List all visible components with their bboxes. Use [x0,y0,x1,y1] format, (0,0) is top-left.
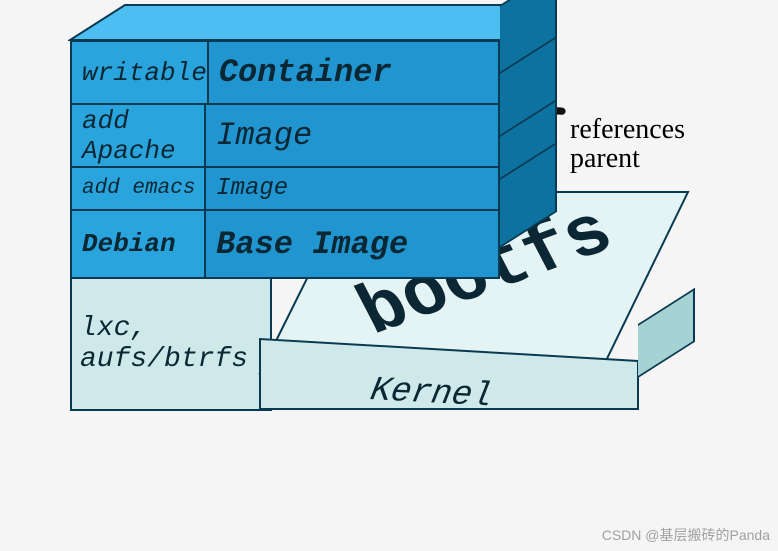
layer-1: add ApacheImage [70,103,500,168]
layer-front-face: add ApacheImage [70,103,500,168]
annotation-line2: parent [570,144,685,173]
layer-right-label: Image [204,103,500,168]
kernel-step-label: Kernel [367,372,496,413]
annotation-line1: references [570,115,685,144]
layer-left-label: add emacs [70,166,204,211]
layer-right-label: Base Image [204,209,500,279]
layer-3: DebianBase Image [70,209,500,279]
layer-front-face: writableContainer [70,40,500,105]
layer-right-label: Container [207,40,500,105]
layer-left-label: add Apache [70,103,204,168]
layer-left-label: writable [70,40,207,105]
layer-front-face: add emacsImage [70,166,500,211]
layer-left-label: Debian [70,209,204,279]
layer-0: writableContainer [70,40,500,105]
layer-front-face: DebianBase Image [70,209,500,279]
annotation-references-parent: references parent [570,115,685,174]
layer-right-label: Image [204,166,500,211]
layer-2: add emacsImage [70,166,500,211]
kernel-step-face: Kernel [258,337,658,413]
watermark: CSDN @基层搬砖的Panda [602,525,770,545]
docker-layers-diagram: writableContaineradd ApacheImageadd emac… [70,40,720,520]
